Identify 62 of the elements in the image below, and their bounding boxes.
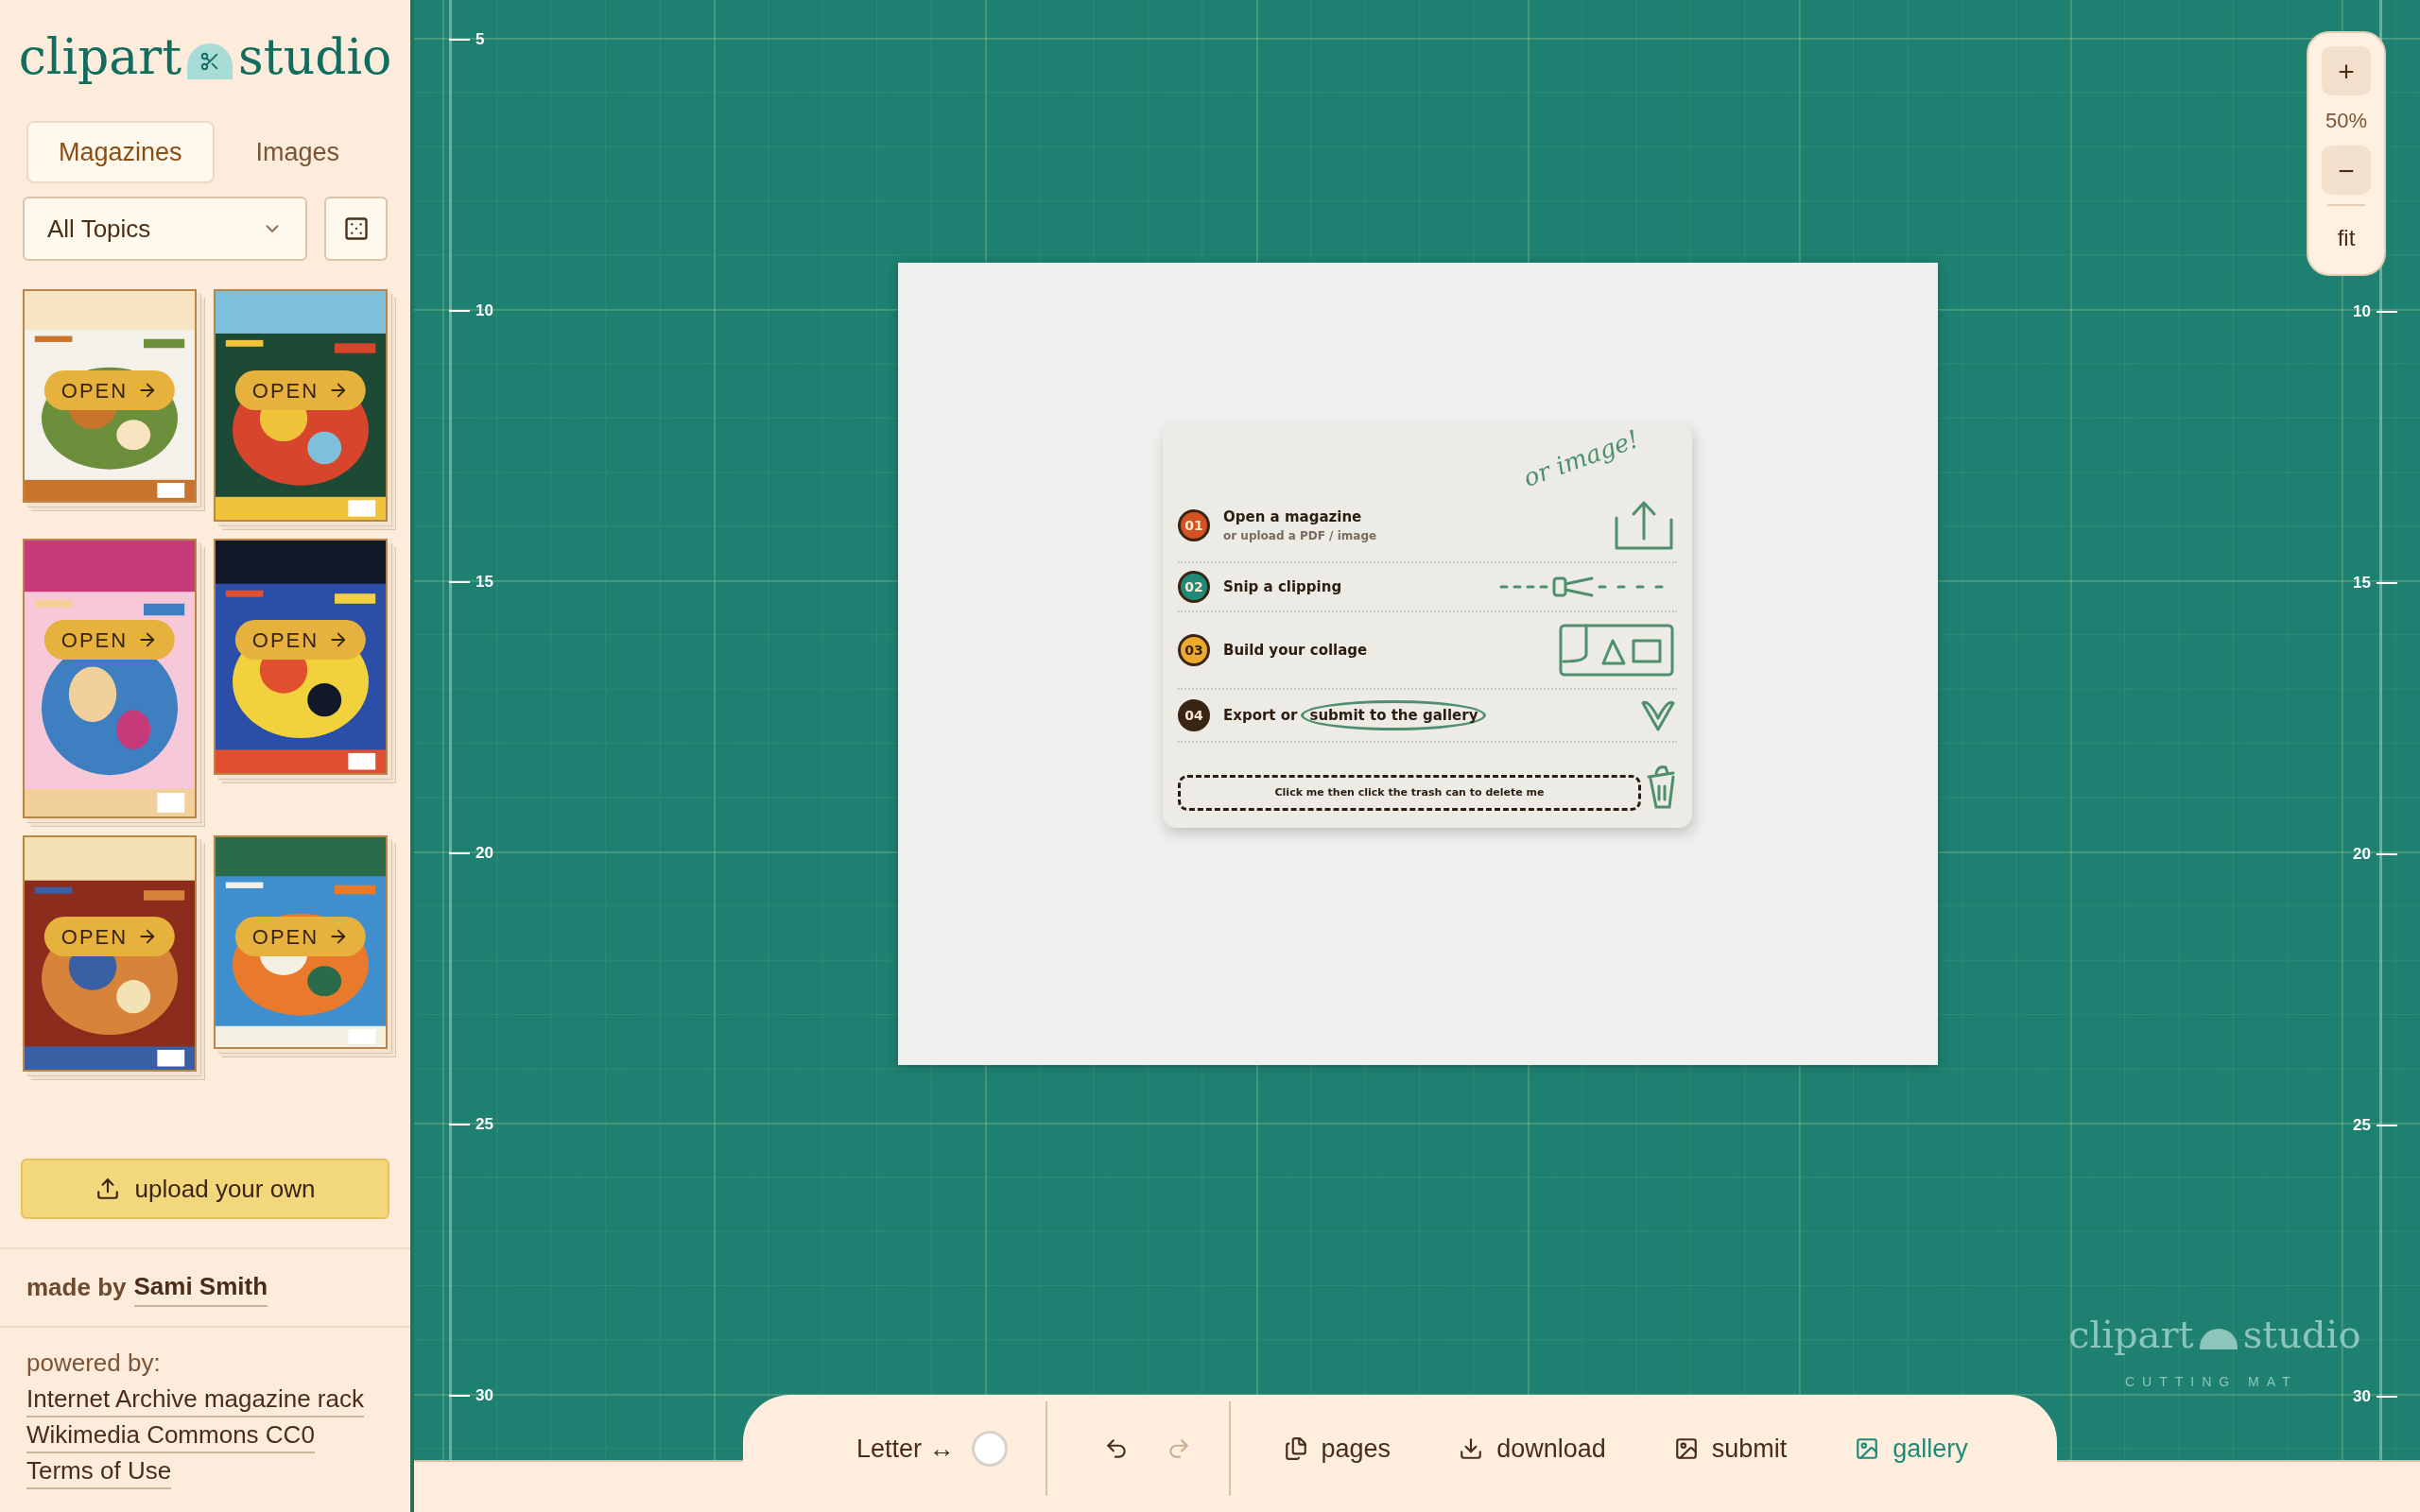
fit-button[interactable]: fit <box>2337 215 2356 261</box>
step-title: Export or <box>1223 705 1298 726</box>
open-button[interactable]: OPEN <box>43 917 176 956</box>
pages-button[interactable]: pages <box>1249 1429 1426 1469</box>
submit-button[interactable]: submit <box>1639 1429 1822 1469</box>
ruler-label: 20 <box>475 843 493 864</box>
step-number-badge: 04 <box>1178 699 1210 731</box>
open-button[interactable]: OPEN <box>234 620 367 660</box>
ruler-label: 10 <box>2353 301 2371 322</box>
delete-me-box[interactable]: Click me then click the trash can to delete me <box>1178 774 1641 811</box>
zoom-level: 50% <box>2325 108 2367 134</box>
credit-link[interactable]: Wikimedia Commons CC0 <box>26 1418 315 1453</box>
upload-icon <box>95 1177 120 1201</box>
download-icon <box>1459 1436 1484 1461</box>
gallery-button[interactable]: gallery <box>1821 1429 2002 1469</box>
orientation-toggle[interactable] <box>971 1431 1008 1467</box>
zoom-out-button[interactable]: − <box>2322 146 2371 195</box>
ruler-label: 10 <box>475 301 493 321</box>
credit-link[interactable]: Internet Archive magazine rack <box>26 1382 364 1418</box>
ruler-label: 15 <box>475 572 493 593</box>
ruler-label: 20 <box>2353 844 2371 865</box>
step-number-badge: 03 <box>1178 634 1210 666</box>
open-button[interactable]: OPEN <box>43 370 176 410</box>
step-number-badge: 01 <box>1178 509 1210 541</box>
ruler-label: 30 <box>2353 1386 2371 1407</box>
open-button[interactable]: OPEN <box>234 370 367 410</box>
step-title: Open a magazine <box>1223 507 1362 527</box>
watermark-text: studio <box>2242 1315 2361 1353</box>
credit-link[interactable]: Terms of Use <box>26 1453 172 1489</box>
credit-text: made by <box>26 1272 127 1303</box>
random-button[interactable] <box>324 197 388 261</box>
step-title: Snip a clipping <box>1223 576 1342 597</box>
logo-text: studio <box>238 32 392 81</box>
open-button[interactable]: OPEN <box>234 917 367 956</box>
step-number-badge: 02 <box>1178 571 1210 603</box>
ruler-label: 5 <box>475 29 485 50</box>
ruler-label: 25 <box>2353 1115 2371 1136</box>
author-link[interactable]: Sami Smith <box>133 1268 268 1307</box>
open-button[interactable]: OPEN <box>43 620 176 660</box>
pages-icon <box>1283 1436 1308 1461</box>
trash-can-doodle-icon <box>1645 764 1677 811</box>
ruler-label: 30 <box>475 1385 493 1406</box>
ruler-label: 15 <box>2353 573 2371 593</box>
dice-icon <box>342 215 370 242</box>
sidebar-tab[interactable]: Images <box>223 121 372 183</box>
scissors-logo-icon <box>187 43 233 79</box>
sidebar-tab[interactable]: Magazines <box>26 121 215 183</box>
zoom-in-button[interactable]: + <box>2322 46 2371 95</box>
image-icon <box>1673 1436 1699 1461</box>
image-icon <box>1855 1436 1880 1461</box>
watermark-text: clipart <box>2068 1315 2194 1353</box>
paper-size-label: Letter ↔ <box>856 1433 955 1465</box>
topic-select[interactable]: All Topics <box>23 197 308 261</box>
step-title: Build your collage <box>1223 640 1368 661</box>
step-subtitle: or upload a PDF / image <box>1223 528 1378 545</box>
upload-button[interactable]: upload your own <box>21 1159 389 1219</box>
powered-by-label: powered by: <box>26 1348 161 1379</box>
watermark-subtitle: CUTTING MAT <box>2125 1373 2298 1391</box>
download-button[interactable]: download <box>1425 1429 1640 1469</box>
circled-text: submit to the gallery <box>1301 699 1487 731</box>
ruler-label: 25 <box>475 1114 493 1135</box>
watermark-logo-icon <box>2199 1329 2238 1349</box>
